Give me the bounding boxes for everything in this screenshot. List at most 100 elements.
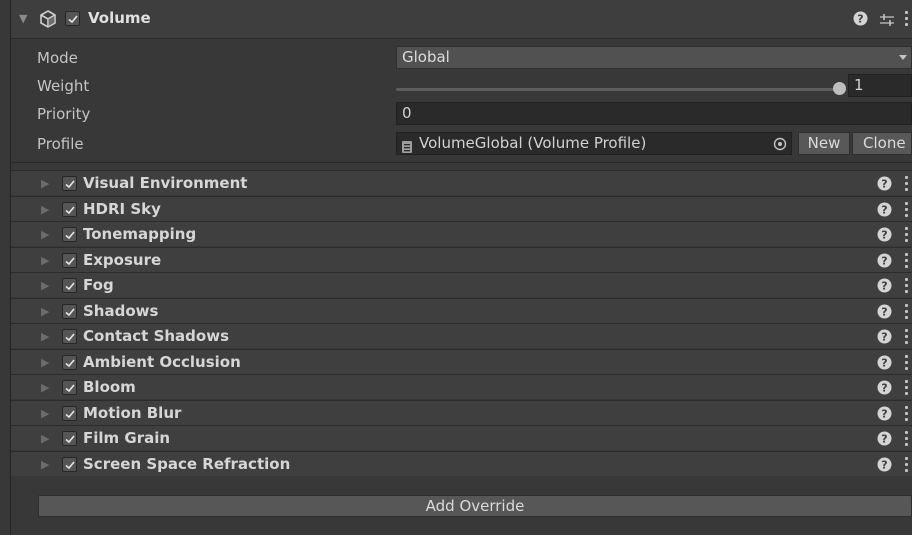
override-row[interactable]: ▶ Contact Shadows?: [11, 323, 912, 348]
override-enabled-checkbox[interactable]: [62, 355, 77, 370]
help-icon[interactable]: ?: [853, 11, 868, 26]
svg-text:?: ?: [881, 204, 887, 217]
preset-icon[interactable]: [879, 12, 895, 28]
override-enabled-checkbox[interactable]: [62, 202, 77, 217]
foldout-arrow-icon[interactable]: ▶: [41, 432, 49, 445]
foldout-arrow-icon[interactable]: ▶: [41, 254, 49, 267]
help-icon[interactable]: ?: [877, 329, 892, 344]
svg-text:?: ?: [857, 13, 863, 26]
kebab-menu-icon[interactable]: [905, 202, 909, 218]
override-label: Film Grain: [83, 429, 171, 447]
svg-text:?: ?: [881, 306, 887, 319]
kebab-menu-icon[interactable]: [905, 11, 909, 27]
component-enabled-checkbox[interactable]: [65, 11, 80, 26]
svg-text:?: ?: [881, 382, 887, 395]
kebab-menu-icon[interactable]: [905, 380, 909, 396]
override-label: Contact Shadows: [83, 327, 230, 345]
override-row[interactable]: ▶ Exposure?: [11, 247, 912, 272]
help-icon[interactable]: ?: [877, 355, 892, 370]
override-enabled-checkbox[interactable]: [62, 304, 77, 319]
kebab-menu-icon[interactable]: [905, 406, 909, 422]
add-override-button[interactable]: Add Override: [38, 495, 912, 517]
foldout-arrow-icon[interactable]: ▶: [41, 203, 49, 216]
foldout-arrow-icon[interactable]: ▶: [41, 458, 49, 471]
help-icon[interactable]: ?: [877, 176, 892, 191]
override-row[interactable]: ▶ Ambient Occlusion?: [11, 349, 912, 374]
override-label: Screen Space Refraction: [83, 455, 291, 473]
override-row[interactable]: ▶ Screen Space Refraction?: [11, 451, 912, 476]
override-enabled-checkbox[interactable]: [62, 278, 77, 293]
help-icon[interactable]: ?: [877, 202, 892, 217]
foldout-arrow-icon[interactable]: ▶: [41, 407, 49, 420]
override-row[interactable]: ▶ Visual Environment?: [11, 170, 912, 195]
override-label: Exposure: [83, 251, 162, 269]
kebab-menu-icon[interactable]: [905, 227, 909, 243]
override-enabled-checkbox[interactable]: [62, 253, 77, 268]
svg-text:?: ?: [881, 408, 887, 421]
override-row[interactable]: ▶ Motion Blur?: [11, 400, 912, 425]
weight-field[interactable]: 1: [848, 74, 912, 97]
override-row[interactable]: ▶ Shadows?: [11, 298, 912, 323]
override-label: HDRI Sky: [83, 200, 161, 218]
priority-field[interactable]: 0: [396, 102, 912, 125]
foldout-arrow-icon[interactable]: ▼: [19, 12, 27, 25]
help-icon[interactable]: ?: [877, 304, 892, 319]
chevron-down-icon: [899, 55, 907, 60]
svg-text:?: ?: [881, 255, 887, 268]
override-label: Visual Environment: [83, 174, 248, 192]
kebab-menu-icon[interactable]: [905, 355, 909, 371]
kebab-menu-icon[interactable]: [905, 253, 909, 269]
override-enabled-checkbox[interactable]: [62, 227, 77, 242]
override-enabled-checkbox[interactable]: [62, 406, 77, 421]
help-icon[interactable]: ?: [877, 457, 892, 472]
override-row[interactable]: ▶ Fog?: [11, 272, 912, 297]
weight-slider-thumb[interactable]: [833, 82, 846, 95]
override-label: Fog: [83, 276, 114, 294]
component-header[interactable]: ▼ Volume ?: [11, 0, 912, 39]
help-icon[interactable]: ?: [877, 253, 892, 268]
help-icon[interactable]: ?: [877, 431, 892, 446]
profile-object-field[interactable]: VolumeGlobal (Volume Profile): [396, 132, 792, 155]
svg-text:?: ?: [881, 357, 887, 370]
clone-profile-button[interactable]: Clone: [852, 132, 912, 155]
help-icon[interactable]: ?: [877, 278, 892, 293]
component-title: Volume: [88, 9, 151, 27]
kebab-menu-icon[interactable]: [905, 329, 909, 345]
override-enabled-checkbox[interactable]: [62, 329, 77, 344]
cube-icon: [40, 10, 56, 28]
help-icon[interactable]: ?: [877, 227, 892, 242]
override-label: Tonemapping: [83, 225, 197, 243]
object-picker-icon[interactable]: [773, 137, 787, 151]
foldout-arrow-icon[interactable]: ▶: [41, 305, 49, 318]
override-row[interactable]: ▶ Bloom?: [11, 374, 912, 399]
override-row[interactable]: ▶ Film Grain?: [11, 425, 912, 450]
svg-text:?: ?: [881, 433, 887, 446]
override-label: Bloom: [83, 378, 136, 396]
override-enabled-checkbox[interactable]: [62, 176, 77, 191]
kebab-menu-icon[interactable]: [905, 431, 909, 447]
override-label: Ambient Occlusion: [83, 353, 241, 371]
foldout-arrow-icon[interactable]: ▶: [41, 381, 49, 394]
weight-slider-track[interactable]: [396, 88, 838, 91]
foldout-arrow-icon[interactable]: ▶: [41, 356, 49, 369]
profile-value: VolumeGlobal (Volume Profile): [419, 134, 647, 152]
kebab-menu-icon[interactable]: [905, 176, 909, 192]
foldout-arrow-icon[interactable]: ▶: [41, 330, 49, 343]
help-icon[interactable]: ?: [877, 406, 892, 421]
kebab-menu-icon[interactable]: [905, 278, 909, 294]
override-enabled-checkbox[interactable]: [62, 431, 77, 446]
override-row[interactable]: ▶ Tonemapping?: [11, 221, 912, 246]
override-label: Shadows: [83, 302, 159, 320]
mode-dropdown[interactable]: Global: [396, 46, 912, 69]
override-enabled-checkbox[interactable]: [62, 380, 77, 395]
foldout-arrow-icon[interactable]: ▶: [41, 228, 49, 241]
new-profile-button[interactable]: New: [798, 132, 850, 155]
foldout-arrow-icon[interactable]: ▶: [41, 279, 49, 292]
kebab-menu-icon[interactable]: [905, 457, 909, 473]
kebab-menu-icon[interactable]: [905, 304, 909, 320]
override-enabled-checkbox[interactable]: [62, 457, 77, 472]
override-label: Motion Blur: [83, 404, 182, 422]
foldout-arrow-icon[interactable]: ▶: [41, 177, 49, 190]
override-row[interactable]: ▶ HDRI Sky?: [11, 196, 912, 221]
help-icon[interactable]: ?: [877, 380, 892, 395]
